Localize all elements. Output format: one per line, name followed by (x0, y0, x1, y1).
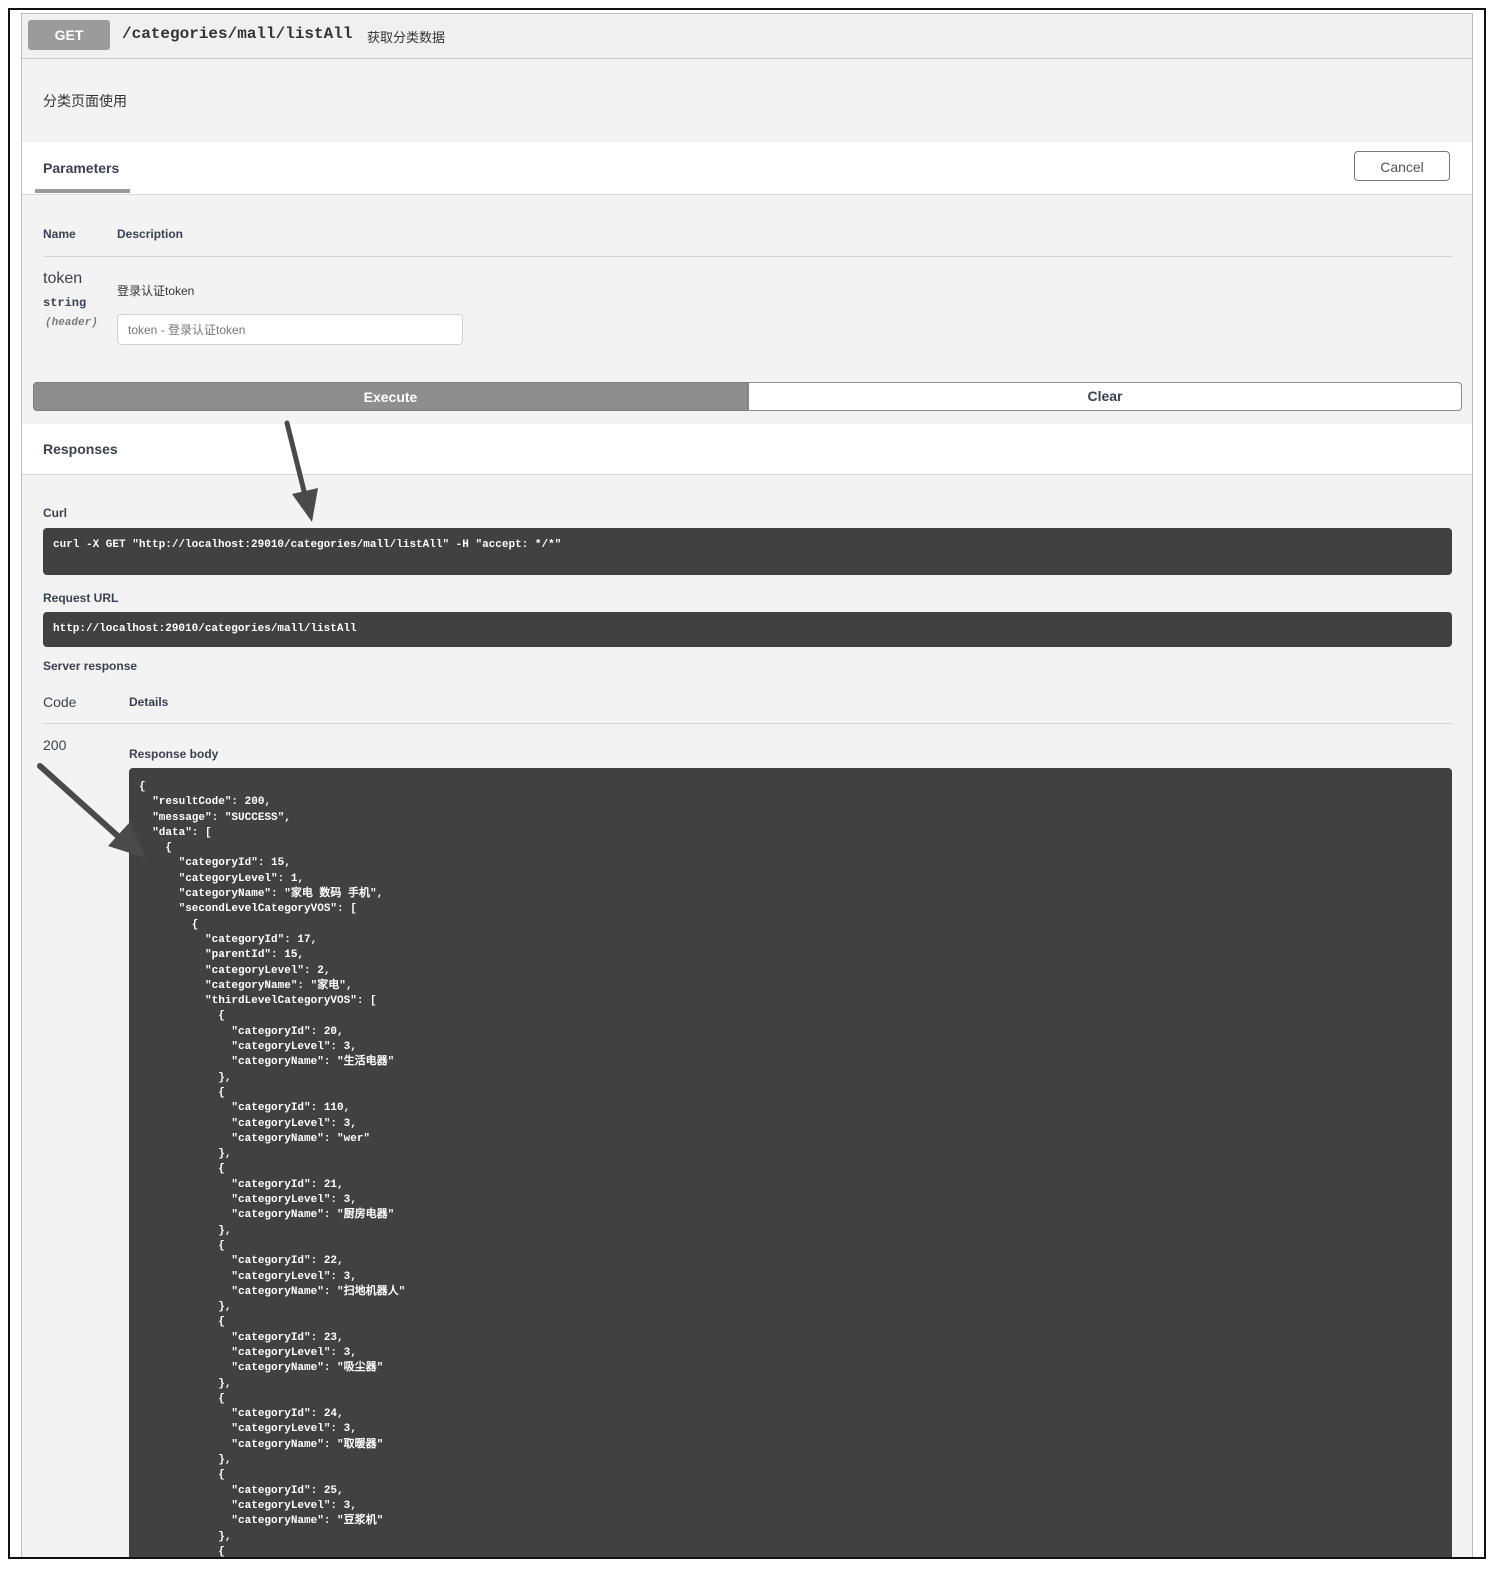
clear-button[interactable]: Clear (748, 382, 1462, 411)
column-header-description: Description (117, 227, 184, 241)
response-body-label: Response body (129, 747, 219, 761)
request-url[interactable]: http://localhost:29010/categories/mall/l… (43, 612, 1452, 647)
curl-label: Curl (43, 506, 67, 520)
column-header-details: Details (129, 695, 169, 709)
column-header-code: Code (43, 694, 77, 710)
parameters-header: Parameters Cancel (22, 142, 1472, 195)
divider (43, 256, 1452, 257)
server-response-label: Server response (43, 659, 138, 673)
responses-header: Responses (22, 424, 1472, 475)
parameter-location: (header) (45, 317, 98, 329)
execute-button[interactable]: Execute (33, 382, 748, 411)
request-url-label: Request URL (43, 591, 119, 605)
parameter-description: 登录认证token (117, 284, 195, 298)
parameter-name: token (43, 270, 83, 287)
endpoint-summary: 获取分类数据 (367, 30, 446, 45)
cancel-button[interactable]: Cancel (1354, 151, 1450, 181)
operation-block: GET /categories/mall/listAll 获取分类数据 分类页面… (21, 13, 1473, 1557)
column-header-name: Name (43, 227, 76, 241)
curl-command[interactable]: curl -X GET "http://localhost:29010/cate… (43, 528, 1452, 575)
tab-parameters[interactable]: Parameters (43, 160, 119, 176)
operation-description: 分类页面使用 (43, 93, 127, 109)
screenshot-frame: GET /categories/mall/listAll 获取分类数据 分类页面… (8, 8, 1486, 1559)
divider (43, 723, 1452, 724)
token-input[interactable] (117, 314, 463, 345)
operation-summary[interactable]: GET /categories/mall/listAll 获取分类数据 (22, 14, 1472, 59)
parameter-type: string (43, 296, 87, 310)
responses-title: Responses (43, 441, 118, 457)
endpoint-path: /categories/mall/listAll (122, 25, 353, 43)
method-badge: GET (28, 20, 110, 50)
active-tab-indicator (35, 189, 130, 193)
response-status-code: 200 (43, 737, 67, 753)
response-body[interactable]: { "resultCode": 200, "message": "SUCCESS… (129, 768, 1452, 1557)
